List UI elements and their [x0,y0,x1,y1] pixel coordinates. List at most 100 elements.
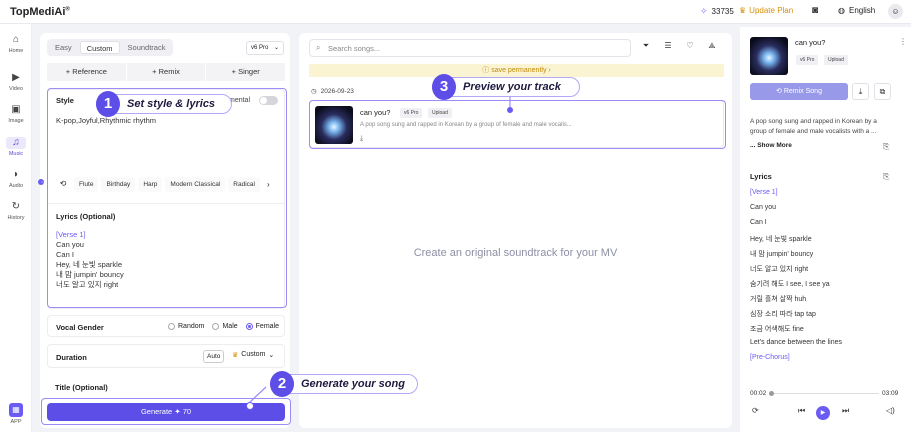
singer-button[interactable]: + Singer [206,63,286,81]
crown-icon: ♛ [739,6,747,15]
lyric-line: Can you [750,204,777,211]
step1-highlight [47,88,287,308]
player-panel: can you? ⋮ v6 Pro Upload ⟲ Remix Song ⤓ … [740,27,911,432]
upload-badge: Upload [824,55,848,65]
more-icon[interactable]: ⋮ [899,37,907,46]
sidebar-item-history[interactable]: ↻ History [0,201,32,221]
song-description: A pop song sung and rapped in Korean by … [750,118,877,135]
copy-icon[interactable]: ⎘ [883,172,889,182]
chevron-down-icon: ⌄ [273,45,279,51]
radio-female[interactable]: Female [245,323,279,330]
clock-icon: ◷ [311,88,317,95]
date-header: ◷ 2026-09-23 [311,87,354,96]
lyrics-heading: Lyrics [750,172,772,181]
lyric-line: 너도 알고 있지 right [750,266,809,273]
vocal-gender-label: Vocal Gender [56,323,104,332]
sidebar-item-music[interactable]: ♫ Music [0,137,32,157]
step3-highlight [309,100,726,149]
radio-random[interactable]: Random [168,323,204,330]
home-icon: ⌂ [12,34,20,45]
list-icon[interactable]: ☰ [662,41,674,51]
tab-custom[interactable]: Custom [79,41,120,54]
duration-custom-select[interactable]: ♛ Custom ⌄ [232,351,274,359]
credits-display[interactable]: ✧ 33735 [700,6,734,17]
search-icon: ⌕ [316,43,321,52]
step2-callout: 2 Generate your song [270,371,418,397]
next-icon[interactable]: ⏭ [842,406,849,416]
remix-song-button[interactable]: ⟲ Remix Song [750,83,848,100]
toolbar: ⏷ ☰ ♡ ⟁ [640,41,718,51]
vocal-gender-options: Random Male Female [168,323,279,330]
lyric-line: Let's dance between the lines [750,339,843,346]
logo[interactable]: TopMediAi® [10,6,70,18]
sidebar-item-home[interactable]: ⌂ Home [0,34,32,54]
diamond-icon: ✧ [700,6,708,16]
open-external-button[interactable]: ⧉ [874,83,891,100]
lyric-line: 심장 소리 따라 tap tap [750,311,816,318]
share-icon[interactable]: ⟁ [706,41,718,51]
sidebar-item-image[interactable]: ▣ Image [0,104,32,124]
vocal-gender-box: Vocal Gender Random Male Female [47,315,285,337]
top-bar: TopMediAi® ✧ 33735 ♛ Update Plan ◙ ◍ Englis… [0,0,911,24]
tab-easy[interactable]: Easy [49,41,78,54]
duration-label: Duration [56,353,87,362]
heart-icon[interactable]: ♡ [684,41,696,51]
filter-icon[interactable]: ⏷ [640,41,652,51]
discord-icon[interactable]: ◙ [812,5,818,16]
previous-icon[interactable]: ⏮ [798,406,805,416]
music-icon: ♫ [6,137,26,149]
progress-knob[interactable] [769,391,774,396]
player-cover [750,37,788,75]
radio-male[interactable]: Male [212,323,238,330]
show-more-link[interactable]: ... Show More [750,142,792,149]
duration-auto-button[interactable]: Auto [203,350,225,363]
copy-icon[interactable]: ⎘ [883,142,889,152]
remix-button[interactable]: + Remix [126,63,206,81]
volume-icon[interactable]: ◁) [886,406,895,415]
save-permanently-banner[interactable]: ⓘ save permanently › [309,64,724,77]
language-selector[interactable]: ◍ English [838,6,875,15]
lyric-line: 조금 어색해도 fine [750,326,804,333]
history-icon: ↻ [11,201,21,212]
total-time: 03:09 [882,390,899,397]
audio-icon: ◗ [12,169,20,180]
step3-dot [507,107,513,113]
search-input[interactable]: ⌕ Search songs... [309,39,631,57]
download-button[interactable]: ⤓ [852,83,869,100]
chevron-down-icon: ⌄ [268,352,275,359]
app-icon[interactable]: ▦ [9,403,23,417]
play-button[interactable]: ▶ [816,406,830,420]
video-icon: ▶ [12,72,20,83]
repeat-icon[interactable]: ⟳ [752,406,759,415]
tab-soundtrack[interactable]: Soundtrack [122,41,172,54]
version-badge: v6 Pro [796,55,819,65]
globe-icon: ◍ [838,6,845,15]
update-plan-button[interactable]: ♛ Update Plan [739,6,793,15]
version-select[interactable]: v6 Pro ⌄ [246,41,284,55]
duration-box: Duration Auto ♛ Custom ⌄ [47,344,285,368]
step2-dot [246,402,254,410]
lyric-line: [Pre-Chorus] [750,354,790,361]
sidebar-item-audio[interactable]: ◗ Audio [0,169,32,189]
sidebar: ⌂ Home ▶ Video ▣ Image ♫ Music ◗ Audio ↻ Histo… [0,24,32,432]
app-label: APP [10,419,22,425]
step3-callout: 3 Preview your track [432,74,580,100]
avatar[interactable]: ☺ [888,4,903,19]
step2-highlight [41,398,291,425]
step1-callout: 1 Set style & lyrics [96,91,232,117]
step1-dot [38,179,44,185]
player-title: can you? [795,38,826,47]
lyric-line: Hey, 네 눈빛 sparkle [750,236,812,243]
action-row: + Reference + Remix + Singer [47,63,286,81]
image-icon: ▣ [11,104,21,115]
lyric-line: [Verse 1] [750,189,778,196]
lyric-line: Can I [750,219,767,226]
lyric-line: 내 맘 jumpin' bouncy [750,251,814,258]
sidebar-item-video[interactable]: ▶ Video [0,72,32,92]
lyric-line: 거릴 흘쳐 살짝 huh [750,296,807,303]
reference-button[interactable]: + Reference [47,63,126,81]
title-label: Title (Optional) [55,383,108,392]
empty-message: Create an original soundtrack for your M… [413,247,618,259]
progress-bar[interactable] [769,391,879,396]
player-controls: ⟳ ⏮ ▶ ⏭ ◁) [750,406,900,420]
